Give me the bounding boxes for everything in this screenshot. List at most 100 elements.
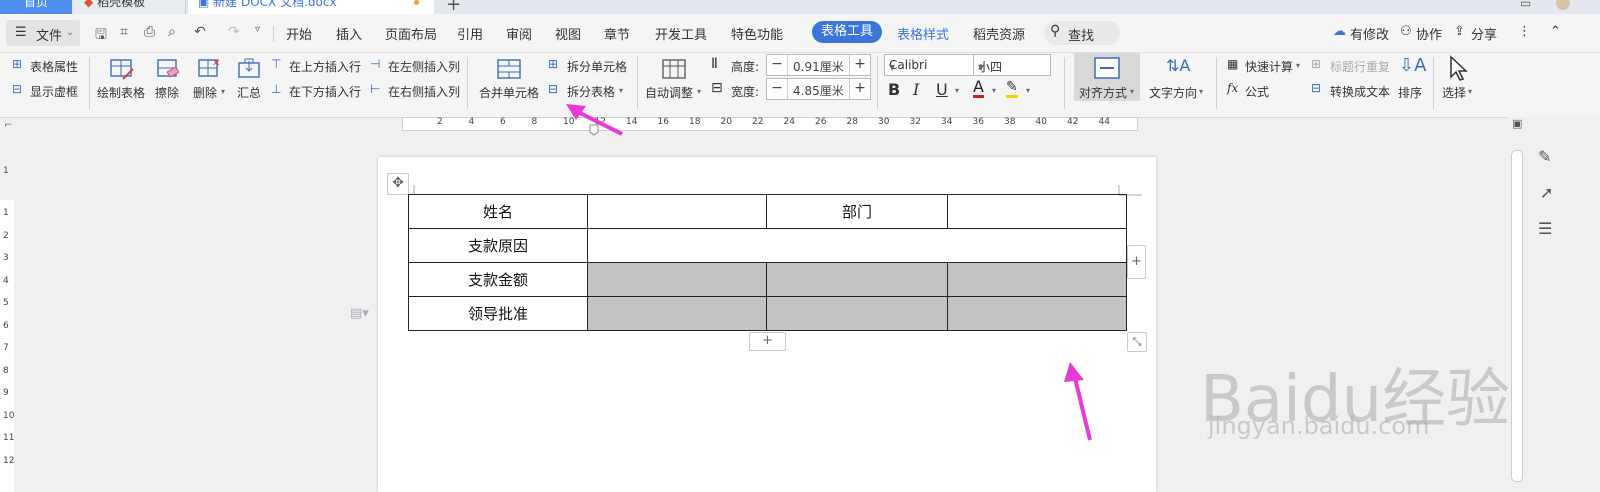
tab-start[interactable]: 开始: [286, 24, 312, 43]
word-table[interactable]: 姓名 部门 支款原因 支款金额 领导批准: [408, 194, 1127, 331]
draw-table-button[interactable]: 绘制表格: [97, 84, 145, 101]
add-row-button[interactable]: +: [749, 332, 786, 351]
height-value[interactable]: 0.91厘米: [793, 58, 844, 75]
repeat-header-button[interactable]: 标题行重复: [1330, 58, 1390, 75]
table-cell[interactable]: [587, 194, 767, 229]
save-icon[interactable]: 🖫: [95, 24, 107, 48]
add-column-button[interactable]: +: [1127, 245, 1146, 279]
redo-icon[interactable]: ↷: [228, 24, 240, 40]
insert-col-left-button[interactable]: 在左侧插入列: [388, 58, 460, 75]
chevron-down-icon: ▾: [1026, 86, 1031, 95]
insert-col-right-button[interactable]: 在右侧插入列: [388, 83, 460, 100]
tab-developer[interactable]: 开发工具: [655, 24, 707, 43]
file-menu-button[interactable]: ☰ 文件 ⌄: [6, 20, 80, 46]
merge-cells-button[interactable]: 合并单元格: [479, 84, 539, 101]
quick-access-dropdown-icon[interactable]: ▿: [255, 24, 260, 35]
tab-chapter[interactable]: 章节: [604, 24, 630, 43]
split-cells-button[interactable]: 拆分单元格: [567, 58, 627, 75]
table-cell-selected[interactable]: [766, 262, 948, 297]
font-name-select[interactable]: Calibri ▾: [884, 54, 974, 76]
tab-references[interactable]: 引用: [457, 24, 483, 43]
erase-button[interactable]: 擦除: [155, 84, 179, 101]
add-tab-button[interactable]: +: [446, 0, 461, 14]
tab-home[interactable]: 首页: [0, 0, 72, 14]
tab-view[interactable]: 视图: [555, 24, 581, 43]
tab-docer-template[interactable]: ◆ 稻壳模板: [74, 0, 186, 14]
table-cell[interactable]: 姓名: [408, 194, 588, 229]
search-button[interactable]: ⚲ 查找: [1044, 21, 1120, 45]
tab-special[interactable]: 特色功能: [731, 24, 783, 43]
sort-button[interactable]: 排序: [1398, 84, 1422, 101]
font-color-icon[interactable]: A: [973, 79, 984, 98]
page-nav-icon[interactable]: ▤▾: [350, 306, 369, 321]
table-cell[interactable]: 支款金额: [408, 262, 588, 297]
restore-icon[interactable]: ▭: [1520, 0, 1531, 10]
tab-docer-resources[interactable]: 稻壳资源: [973, 24, 1025, 43]
tab-table-tools[interactable]: 表格工具: [812, 21, 882, 43]
sidebar-toggle-icon[interactable]: ▣: [1512, 117, 1522, 130]
table-cell[interactable]: 部门: [766, 194, 948, 229]
width-increase-button[interactable]: +: [849, 79, 870, 99]
avatar[interactable]: [1556, 0, 1570, 10]
table-cell[interactable]: 支款原因: [408, 228, 588, 263]
table-cell-selected[interactable]: [947, 296, 1127, 331]
revision-status-button[interactable]: 有修改: [1350, 24, 1389, 43]
text-direction-dropdown[interactable]: 文字方向: [1149, 84, 1197, 101]
more-icon[interactable]: ⋮: [1518, 24, 1531, 39]
chevron-down-icon: ▾: [992, 86, 997, 95]
table-move-handle[interactable]: ✥: [387, 173, 409, 195]
quick-calc-dropdown[interactable]: 快速计算: [1245, 58, 1293, 75]
horizontal-ruler[interactable]: 2 4 6 8 10 12 14 16 18 20 22 24 26 28 30 32 34 36 38 40 42 44: [402, 117, 1138, 131]
font-size-select[interactable]: 小四 ▾: [973, 54, 1051, 76]
share-button[interactable]: 分享: [1471, 24, 1497, 43]
table-cell-merged[interactable]: [587, 228, 1127, 263]
tab-page-layout[interactable]: 页面布局: [385, 24, 437, 43]
alignment-dropdown[interactable]: 对齐方式 ▾: [1074, 53, 1140, 101]
underline-icon[interactable]: U: [936, 80, 948, 99]
col-width-icon: ⊟: [711, 80, 723, 96]
tab-document[interactable]: ▣ 新建 DOCX 文档.docx: [188, 0, 434, 14]
vertical-scrollbar[interactable]: [1511, 150, 1523, 482]
table-cell-selected[interactable]: [766, 296, 948, 331]
formula-button[interactable]: 公式: [1245, 83, 1269, 100]
summary-button[interactable]: 汇总: [237, 84, 261, 101]
height-label: 高度:: [731, 60, 760, 74]
pen-tool-icon[interactable]: ✎: [1538, 147, 1551, 166]
collaborate-button[interactable]: 协作: [1416, 24, 1442, 43]
height-increase-button[interactable]: +: [849, 55, 870, 75]
insert-row-above-button[interactable]: 在上方插入行: [289, 58, 361, 75]
width-stepper[interactable]: − 4.85厘米 +: [766, 78, 871, 100]
insert-row-below-button[interactable]: 在下方插入行: [289, 83, 361, 100]
format-painter-icon[interactable]: ⌗: [120, 24, 128, 40]
table-cell-selected[interactable]: [947, 262, 1127, 297]
print-icon[interactable]: ⎙: [144, 24, 155, 40]
table-properties-button[interactable]: 表格属性: [30, 58, 78, 75]
tab-insert[interactable]: 插入: [336, 24, 362, 43]
collapse-ribbon-icon[interactable]: ⌃: [1550, 24, 1561, 39]
tab-review[interactable]: 审阅: [506, 24, 532, 43]
table-cell-selected[interactable]: [587, 296, 767, 331]
height-stepper[interactable]: − 0.91厘米 +: [766, 54, 871, 76]
tab-table-style[interactable]: 表格样式: [897, 24, 949, 43]
table-cell[interactable]: 领导批准: [408, 296, 588, 331]
italic-icon[interactable]: I: [913, 80, 919, 99]
table-cell-selected[interactable]: [587, 262, 767, 297]
select-dropdown[interactable]: 选择: [1442, 84, 1466, 101]
table-cell[interactable]: [947, 194, 1127, 229]
show-gridlines-button[interactable]: 显示虚框: [30, 83, 78, 100]
highlight-icon[interactable]: ✎: [1006, 79, 1018, 98]
print-preview-icon[interactable]: ⌕: [168, 24, 176, 40]
width-decrease-button[interactable]: −: [767, 79, 788, 99]
cursor-tool-icon[interactable]: ➚: [1540, 183, 1553, 202]
settings-sliders-icon[interactable]: ☰: [1538, 219, 1552, 238]
table-resize-handle[interactable]: ⤡: [1127, 332, 1147, 352]
width-value[interactable]: 4.85厘米: [793, 82, 844, 99]
auto-fit-dropdown[interactable]: 自动调整: [645, 84, 693, 101]
convert-to-text-button[interactable]: 转换成文本: [1330, 83, 1390, 100]
bold-icon[interactable]: B: [888, 80, 900, 99]
vertical-ruler[interactable]: 1 2 3 4 5 6 7 8 9 10 11 12: [0, 200, 14, 492]
delete-dropdown[interactable]: 删除: [193, 84, 217, 101]
undo-icon[interactable]: ↶: [194, 24, 206, 40]
height-decrease-button[interactable]: −: [767, 55, 788, 75]
ruler-corner-icon[interactable]: ⌐: [4, 120, 12, 131]
